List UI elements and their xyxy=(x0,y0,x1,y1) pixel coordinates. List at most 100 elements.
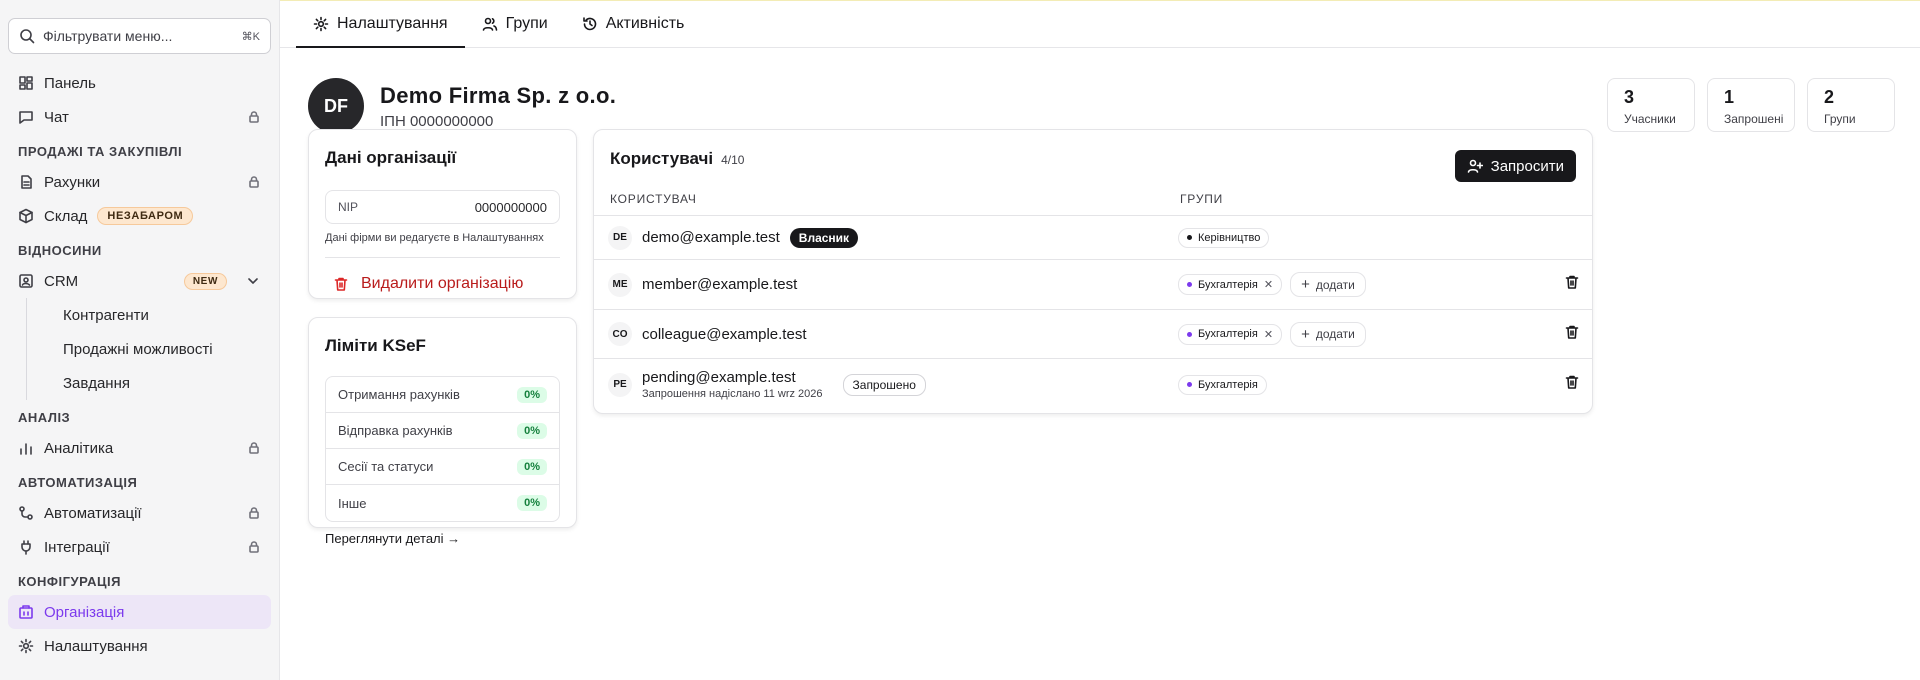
nip-field: NIP 0000000000 xyxy=(325,190,560,224)
plus-icon: + xyxy=(1301,276,1310,293)
sidebar-item-contractors[interactable]: Контрагенти xyxy=(26,298,271,332)
invite-label: Запросити xyxy=(1490,157,1564,175)
group-dot xyxy=(1187,235,1192,241)
section-relations: ВІДНОСИНИ xyxy=(18,243,102,258)
plug-icon xyxy=(21,540,31,555)
sidebar-item-label: Організація xyxy=(44,603,125,621)
group-label: Бухгалтерія xyxy=(1198,278,1258,291)
tab-bar: Налаштування Групи Активність xyxy=(280,1,1920,48)
invited-badge: Запрошено xyxy=(842,373,926,396)
sidebar-item-integrations[interactable]: Інтеграції xyxy=(8,530,271,564)
delete-user-button[interactable] xyxy=(1564,324,1580,345)
section-sales: ПРОДАЖІ ТА ЗАКУПІВЛІ xyxy=(18,144,183,159)
sidebar-item-analytics[interactable]: Аналітика xyxy=(8,431,271,465)
group-chip: Бухгалтерія ✕ xyxy=(1178,274,1283,295)
view-details-link[interactable]: Переглянути деталі → xyxy=(325,531,560,546)
add-group-button[interactable]: + додати xyxy=(1290,272,1366,297)
ksef-limits-list: Отримання рахунків 0% Відправка рахунків 0… xyxy=(325,376,560,522)
group-dot xyxy=(1187,282,1192,287)
contact-icon xyxy=(19,274,33,288)
group-label: Бухгалтерія xyxy=(1198,328,1258,340)
tab-settings[interactable]: Налаштування xyxy=(296,1,465,48)
owner-badge: Власник xyxy=(789,227,859,248)
users-card: Користувачі 4/10 Запросити КОРИСТУВАЧ ГР… xyxy=(593,129,1593,414)
delete-user-button[interactable] xyxy=(1564,274,1580,295)
sidebar-item-panel[interactable]: Панель xyxy=(8,66,271,100)
table-row: CO colleague@example.test Бухгалтерія ✕ +… xyxy=(594,309,1592,358)
tab-label: Активність xyxy=(605,14,685,32)
sidebar-item-invoices[interactable]: Рахунки xyxy=(8,165,271,199)
remove-group-icon[interactable]: ✕ xyxy=(1264,328,1273,341)
add-group-button[interactable]: + додати xyxy=(1290,321,1366,347)
sidebar: ⌘K Панель Чат ПРОДАЖІ ТА ЗАКУПІВЛІ Рахун… xyxy=(0,0,280,680)
lock-icon xyxy=(249,442,259,454)
avatar: DE xyxy=(608,225,632,250)
group-chip: Бухгалтерія xyxy=(1178,374,1267,395)
lock-icon xyxy=(249,111,259,123)
sidebar-item-warehouse[interactable]: Склад НЕЗАБАРОМ xyxy=(8,199,271,233)
user-email: pending@example.test xyxy=(642,369,796,386)
trash-icon xyxy=(1565,275,1579,289)
stat-groups: 2 Групи xyxy=(1807,78,1895,132)
col-header-groups: ГРУПИ xyxy=(1180,192,1224,206)
limit-row: Отримання рахунків 0% xyxy=(326,377,559,413)
card-title: Ліміти KSeF xyxy=(325,336,426,355)
tab-label: Групи xyxy=(505,14,548,32)
search-shortcut: ⌘K xyxy=(241,30,260,43)
stat-invited: 1 Запрошені xyxy=(1707,78,1795,132)
box-icon xyxy=(19,208,33,224)
delete-label: Видалити організацію xyxy=(361,275,524,292)
dashboard-icon xyxy=(19,76,33,90)
sidebar-item-label: Автоматизації xyxy=(44,504,142,522)
tab-groups[interactable]: Групи xyxy=(465,1,565,48)
menu-search-input[interactable] xyxy=(43,28,234,44)
org-stats: 3 Учасники 1 Запрошені 2 Групи xyxy=(1607,78,1895,132)
delete-org-button[interactable]: Видалити організацію xyxy=(325,275,560,293)
sidebar-item-crm[interactable]: CRM NEW xyxy=(8,264,271,298)
search-icon xyxy=(20,29,35,44)
trash-icon xyxy=(334,277,348,291)
remove-group-icon[interactable]: ✕ xyxy=(1264,278,1273,291)
trash-icon xyxy=(1565,375,1579,389)
table-row: DE demo@example.test Власник Керівництво xyxy=(594,215,1592,259)
ksef-limits-card: Ліміти KSeF Отримання рахунків 0% Відправ… xyxy=(308,317,577,546)
org-name: Demo Firma Sp. z o.o. xyxy=(380,82,617,108)
stat-label: Запрошені xyxy=(1724,112,1784,126)
add-label: додати xyxy=(1315,327,1355,341)
menu-search[interactable]: ⌘K xyxy=(8,18,271,54)
user-plus-icon xyxy=(1467,159,1483,173)
field-value: 0000000000 xyxy=(474,199,547,215)
tab-activity[interactable]: Активність xyxy=(565,1,702,48)
sidebar-item-opportunities[interactable]: Продажні можливості xyxy=(26,332,271,366)
building-icon xyxy=(19,605,33,619)
sidebar-item-tasks[interactable]: Завдання xyxy=(26,366,271,400)
group-dot xyxy=(1187,331,1192,337)
section-config: КОНФІГУРАЦІЯ xyxy=(18,574,121,589)
sidebar-item-label: Рахунки xyxy=(44,173,101,191)
sidebar-item-automations[interactable]: Автоматизації xyxy=(8,496,271,530)
col-header-user: КОРИСТУВАЧ xyxy=(610,192,697,206)
document-icon xyxy=(21,175,32,189)
delete-user-button[interactable] xyxy=(1564,374,1580,395)
stat-label: Групи xyxy=(1824,112,1856,126)
new-badge: NEW xyxy=(183,272,227,290)
invite-sent-text: Запрошення надіслано 11 wrz 2026 xyxy=(642,388,823,400)
users-icon xyxy=(482,17,497,31)
sidebar-item-chat[interactable]: Чат xyxy=(8,100,271,134)
avatar: ME xyxy=(608,272,632,297)
table-row: PE pending@example.test Запрошення надіс… xyxy=(594,358,1592,410)
limit-label: Отримання рахунків xyxy=(338,387,460,402)
org-tax-id: ІПН 0000000000 xyxy=(380,112,494,130)
plus-icon: + xyxy=(1301,325,1310,343)
lock-icon xyxy=(249,176,259,188)
sidebar-item-settings[interactable]: Налаштування xyxy=(8,629,271,663)
limit-value: 0% xyxy=(517,458,547,475)
group-chip: Керівництво xyxy=(1178,227,1270,248)
org-data-card: Дані організації NIP 0000000000 Дані фір… xyxy=(308,129,577,299)
sidebar-item-label: Налаштування xyxy=(44,637,148,655)
invite-button[interactable]: Запросити xyxy=(1454,150,1576,182)
group-chip: Бухгалтерія ✕ xyxy=(1178,323,1283,345)
sidebar-item-organization[interactable]: Організація xyxy=(8,595,271,629)
gear-icon xyxy=(313,16,329,31)
section-automation: АВТОМАТИЗАЦІЯ xyxy=(18,475,138,490)
